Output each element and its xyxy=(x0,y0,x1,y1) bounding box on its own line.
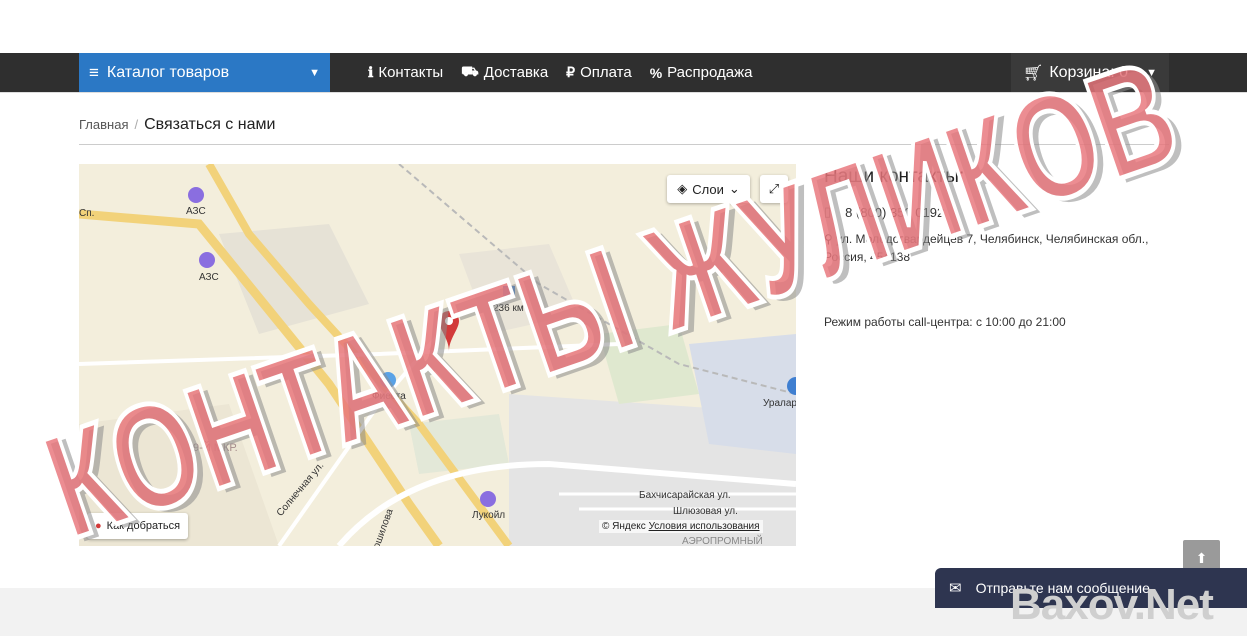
map-label: АЗС xyxy=(199,272,219,283)
nav-link-payment[interactable]: ₽ Оплата xyxy=(566,64,632,81)
catalog-label: Каталог товаров xyxy=(106,63,230,81)
contacts-panel: Наши контакты: ▯ 8 (800) 350 0192 ⚲ ул. … xyxy=(824,166,1169,266)
copyright-text: © Яндекс xyxy=(602,521,646,532)
truck-icon: ⛟ xyxy=(461,63,479,79)
page-title: Связаться с нами xyxy=(144,116,276,133)
info-circle-icon: ℹ xyxy=(368,64,374,80)
map-fullscreen-button[interactable]: ⤢ xyxy=(760,175,788,203)
nav-link-contacts[interactable]: ℹ Контакты xyxy=(368,64,443,81)
map-label: Сп. xyxy=(79,208,95,219)
map-label: 236 км xyxy=(493,303,524,314)
cart-icon: 🛒︎ xyxy=(1023,64,1044,82)
nav-link-label: Контакты xyxy=(378,64,444,81)
arrow-up-icon: ⬆ xyxy=(1195,550,1208,566)
mobile-phone-icon: ▯ xyxy=(824,204,832,219)
percent-icon: % xyxy=(649,64,663,81)
map-label: Фиеста xyxy=(372,391,406,402)
cart-button[interactable]: 🛒︎ Корзина: 0 ▼ xyxy=(1011,53,1169,92)
nav-link-label: Распродажа xyxy=(667,64,753,81)
menu-icon: ≡ xyxy=(89,62,99,82)
map-label: Шлюзовая ул. xyxy=(673,506,738,517)
map-tiles xyxy=(79,164,796,546)
map-label: АЭРОПРОМНЫЙ xyxy=(682,536,763,546)
nav-link-delivery[interactable]: ⛟ Доставка xyxy=(461,63,548,82)
map-marker-icon: ⚲ xyxy=(824,232,833,246)
envelope-icon: ✉ xyxy=(949,580,962,597)
chevron-down-icon: ▼ xyxy=(309,66,320,79)
breadcrumb-separator: / xyxy=(134,117,139,132)
cart-label: Корзина: 0 xyxy=(1049,63,1129,81)
ruble-icon: ₽ xyxy=(566,64,576,80)
map-route-button[interactable]: ● Как добраться xyxy=(87,513,189,539)
location-pin-icon: ● xyxy=(95,520,102,532)
call-center-hours: Режим работы call-центра: с 10:00 до 21:… xyxy=(824,315,1066,329)
nav-link-sale[interactable]: % Распродажа xyxy=(650,64,753,81)
address-text: ул. Молодогвардейцев 7, Челябинск, Челяб… xyxy=(824,232,1149,264)
breadcrumb: Главная / Связаться с нами xyxy=(79,116,275,134)
nav-link-label: Доставка xyxy=(483,64,549,81)
expand-icon: ⤢ xyxy=(768,181,780,196)
breadcrumb-home-link[interactable]: Главная xyxy=(79,117,128,132)
map-widget[interactable]: АЗС АЗС 236 км Фиеста Уралар 9-Й МКР. Со… xyxy=(79,164,796,546)
layers-label: Слои xyxy=(692,181,724,197)
map-copyright: © Яндекс Условия использования xyxy=(599,520,763,533)
map-terms-link[interactable]: Условия использования xyxy=(649,521,760,532)
divider xyxy=(79,144,1169,145)
contact-phone: ▯ 8 (800) 350 0192 xyxy=(824,204,1169,220)
layers-icon: ◈ xyxy=(677,181,688,196)
divider xyxy=(0,92,1247,93)
contact-address: ⚲ ул. Молодогвардейцев 7, Челябинск, Чел… xyxy=(824,230,1169,266)
contacts-title: Наши контакты: xyxy=(824,166,965,187)
nav-link-label: Оплата xyxy=(580,64,632,81)
map-label: Уралар xyxy=(763,398,796,409)
chevron-down-icon: ⌄ xyxy=(728,181,740,196)
top-navigation: ≡ Каталог товаров ▼ ℹ Контакты ⛟ Доставк… xyxy=(0,53,1247,92)
map-label: АЗС xyxy=(186,206,206,217)
phone-number[interactable]: 8 (800) 350 0192 xyxy=(845,205,944,220)
catalog-dropdown-button[interactable]: ≡ Каталог товаров ▼ xyxy=(79,53,330,92)
route-label: Как добраться xyxy=(106,520,181,532)
map-layers-button[interactable]: ◈ Слои ⌄ xyxy=(667,175,750,203)
site-watermark: Baxov.Net xyxy=(1010,580,1214,629)
map-label: Бахчисарайская ул. xyxy=(639,490,731,501)
map-label: Лукойл xyxy=(472,510,506,521)
map-label: 9-Й МКР. xyxy=(193,442,238,454)
chevron-down-icon: ▼ xyxy=(1146,66,1157,79)
nav-links: ℹ Контакты ⛟ Доставка ₽ Оплата % Распрод… xyxy=(368,53,752,92)
